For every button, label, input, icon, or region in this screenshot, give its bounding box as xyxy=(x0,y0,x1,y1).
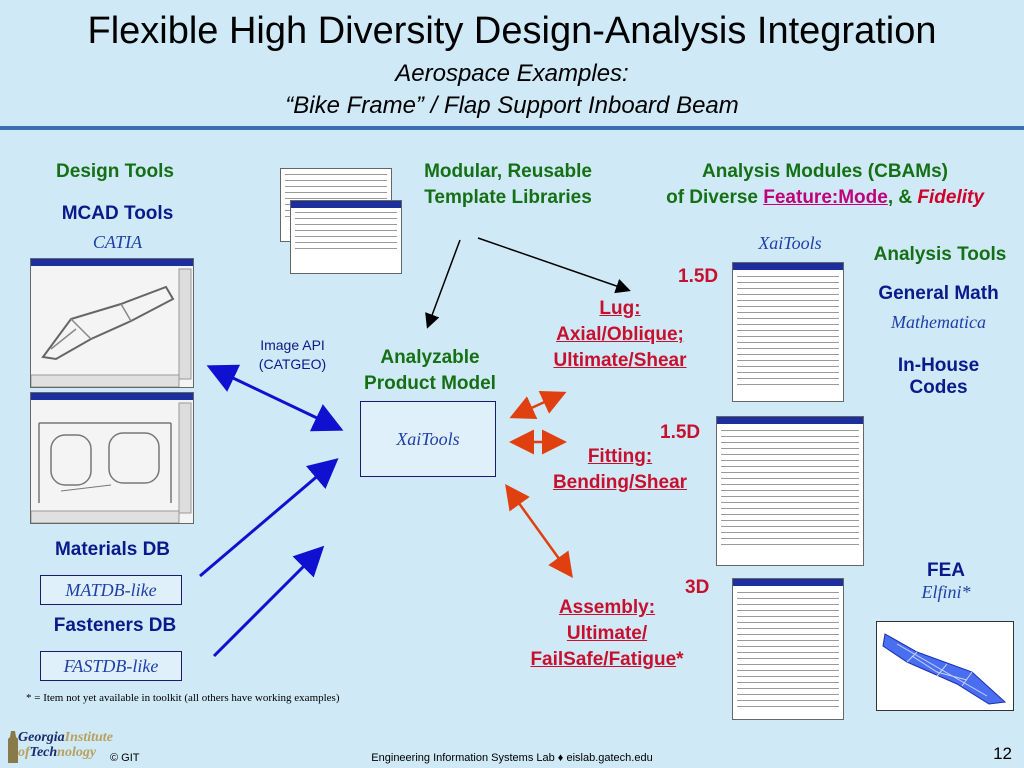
assembly-module-screenshot xyxy=(732,578,844,720)
arrow-templates-product-model xyxy=(425,239,461,329)
arrow-templates-lug xyxy=(477,237,631,294)
lug-module-rows xyxy=(733,263,843,385)
catgeo-label: (CATGEO) xyxy=(258,356,327,372)
template-library-window-front xyxy=(290,200,402,274)
footer-lab: Engineering Information Systems Lab ♦ ei… xyxy=(371,752,653,764)
title-rule xyxy=(0,126,1024,130)
bike-frame-drawing xyxy=(30,259,193,388)
flap-beam-drawing xyxy=(30,393,193,524)
inhouse-line1: In-House xyxy=(897,355,980,376)
slide-title: Flexible High Diversity Design-Analysis … xyxy=(87,10,937,52)
analysis-tools-heading: Analysis Tools xyxy=(873,244,1007,265)
slide-subtitle-examples: “Bike Frame” / Flap Support Inboard Beam xyxy=(285,92,739,119)
assembly-line1: Assembly: xyxy=(558,597,656,618)
arrow-model-lug xyxy=(509,390,567,420)
materials-db-heading: Materials DB xyxy=(54,539,171,560)
lug-dimension: 1.5D xyxy=(678,266,719,287)
assembly-star: * xyxy=(676,649,684,670)
separator: , & xyxy=(887,187,918,208)
analysis-modules-subheading: of Diverse Feature:Mode, & Fidelity xyxy=(630,186,1020,210)
arrow-fasteners-product-model xyxy=(212,545,325,658)
design-tools-heading: Design Tools xyxy=(56,161,174,182)
template-schema-lines-front xyxy=(291,201,401,249)
lug-line2: Axial/Oblique; xyxy=(556,324,684,345)
assembly-line3-wrap: FailSafe/Fatigue* xyxy=(507,648,707,672)
fidelity-label: Fidelity xyxy=(917,187,984,208)
arrow-materials-product-model xyxy=(199,458,339,578)
lug-module-screenshot xyxy=(732,262,844,402)
fea-mesh-image xyxy=(876,621,1014,711)
fitting-line2: Bending/Shear xyxy=(552,472,688,493)
product-model-line1: Analyzable xyxy=(380,347,480,368)
fitting-line1: Fitting: xyxy=(587,446,653,467)
templates-line1: Modular, Reusable xyxy=(424,161,592,182)
fitting-dimension: 1.5D xyxy=(660,422,701,443)
inhouse-line2: Codes xyxy=(909,377,968,398)
logo-institute: Institute xyxy=(64,730,113,745)
general-math-heading: General Math xyxy=(878,283,999,304)
matdb-box: MATDB-like xyxy=(40,575,182,605)
xaitools-product-model-box: XaiTools xyxy=(360,401,496,477)
templates-line2: Template Libraries xyxy=(424,187,592,208)
fitting-module-rows xyxy=(717,417,863,545)
diverse-prefix: of Diverse xyxy=(666,187,764,208)
arrow-model-assembly xyxy=(505,483,573,579)
fea-mesh-drawing xyxy=(882,633,1007,705)
mathematica-label: Mathematica xyxy=(891,312,986,332)
elfini-label: Elfini* xyxy=(921,582,971,602)
fasteners-db-heading: Fasteners DB xyxy=(53,615,177,636)
catia-label: CATIA xyxy=(92,232,143,252)
product-model-line2: Product Model xyxy=(364,373,496,394)
footnote: * = Item not yet available in toolkit (a… xyxy=(26,692,340,704)
fastdb-box: FASTDB-like xyxy=(40,651,182,681)
assembly-module-rows xyxy=(733,579,843,707)
fitting-module-screenshot xyxy=(716,416,864,566)
catia-screenshot-bike-frame xyxy=(30,258,194,388)
fea-heading: FEA xyxy=(927,560,965,581)
assembly-line2: Ultimate/ xyxy=(566,623,648,644)
analysis-modules-heading: Analysis Modules (CBAMs) xyxy=(702,161,948,182)
page-number: 12 xyxy=(993,744,1012,763)
arrow-catia-product-model xyxy=(206,364,344,432)
catia-screenshot-flap-beam xyxy=(30,392,194,524)
logo-georgia: Georgia xyxy=(18,730,65,745)
image-api-label: Image API xyxy=(260,337,325,353)
mcad-tools-heading: MCAD Tools xyxy=(61,203,174,224)
feature-mode-link[interactable]: Feature:Mode xyxy=(763,187,888,208)
xaitools-modules-label: XaiTools xyxy=(758,233,822,253)
lug-line3: Ultimate/Shear xyxy=(553,350,687,371)
slide-subtitle: Aerospace Examples: xyxy=(395,60,629,87)
lug-line1: Lug: xyxy=(599,298,641,319)
assembly-line3: FailSafe/Fatigue xyxy=(530,649,677,670)
logo-line1: GeorgiaInstitute xyxy=(18,730,113,746)
